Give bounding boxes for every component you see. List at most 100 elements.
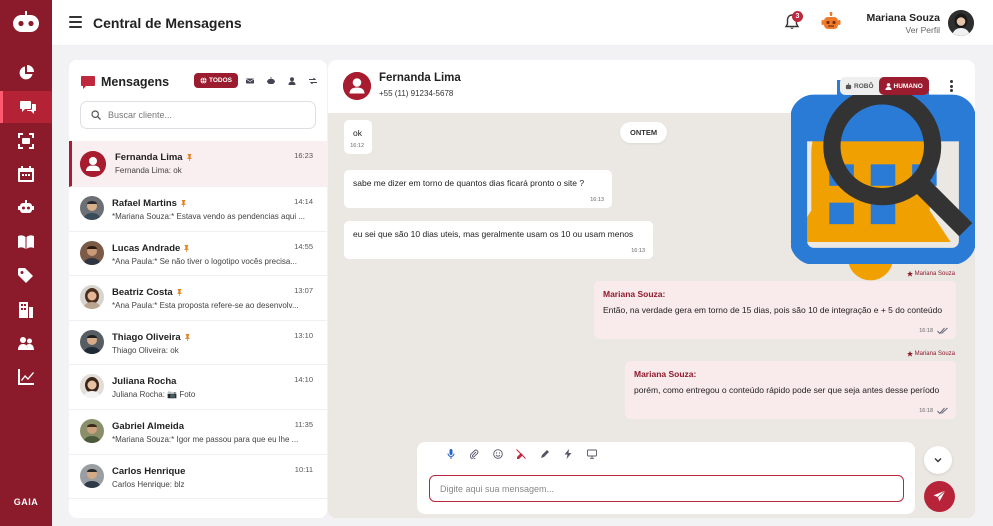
lightning-icon <box>564 449 572 459</box>
conversation-preview: Carlos Henrique: blz <box>112 479 185 489</box>
avatar <box>80 151 106 177</box>
nav-bots[interactable] <box>0 192 52 224</box>
message-text: eu sei que são 10 dias uteis, mas geralm… <box>353 229 634 239</box>
nav-messages[interactable] <box>0 91 52 123</box>
message-outgoing: Mariana Souza: Então, na verdade gera em… <box>594 281 956 339</box>
conversation-time: 14:10 <box>294 375 313 385</box>
conversation-item[interactable]: Juliana Rocha Juliana Rocha: 📷 Foto 14:1… <box>69 365 327 410</box>
conversation-item[interactable]: Gabriel Almeida *Mariana Souza:* Igor me… <box>69 410 327 455</box>
nav-tags[interactable] <box>0 260 52 292</box>
conversation-item[interactable]: Carlos Henrique Carlos Henrique: blz 10:… <box>69 455 327 500</box>
scan-icon <box>18 133 34 149</box>
filter-robot-button[interactable] <box>262 76 280 85</box>
pin-icon <box>184 333 190 341</box>
globe-icon <box>200 77 207 84</box>
voice-button[interactable] <box>439 449 463 459</box>
mode-robot-label: ROBÔ <box>854 82 874 90</box>
robot-assistant-icon[interactable] <box>821 12 841 32</box>
emoji-button[interactable] <box>486 449 510 459</box>
nav-dashboard[interactable] <box>0 57 52 89</box>
view-profile-link[interactable]: Ver Perfil <box>906 25 941 35</box>
conversation-preview: *Mariana Souza:* Igor me passou para que… <box>112 434 299 444</box>
conversation-preview: *Ana Paula:* Se não tiver o logotipo voc… <box>112 256 297 266</box>
attach-button[interactable] <box>463 449 487 459</box>
pie-chart-icon <box>19 65 34 80</box>
filter-all-label: TODOS <box>209 77 232 84</box>
message-author: Mariana Souza: <box>634 369 697 379</box>
conversation-item[interactable]: Fernanda Lima Fernanda Lima: ok 16:23 <box>69 141 327 187</box>
robot-logo-icon[interactable] <box>12 11 40 33</box>
conversation-preview: *Mariana Souza:* Estava vendo as pendenc… <box>112 212 306 221</box>
person-icon <box>80 151 106 177</box>
avatar <box>80 418 104 443</box>
users-icon <box>18 337 34 350</box>
message-incoming: sabe me dizer em torno de quantos dias f… <box>344 170 612 208</box>
conversation-name: Carlos Henrique <box>112 465 186 477</box>
filter-human-button[interactable] <box>283 76 301 85</box>
composer-toolbar <box>439 449 604 459</box>
conversation-time: 11:35 <box>294 419 313 429</box>
conversation-time: 14:14 <box>294 197 313 206</box>
signature-off-icon <box>516 449 527 459</box>
filter-transfer-button[interactable] <box>304 77 322 85</box>
message-text: porém, como entregou o conteúdo rápido p… <box>634 385 940 395</box>
signature-toggle-button[interactable] <box>510 449 534 459</box>
list-header: Mensagens <box>81 75 169 89</box>
nav-knowledge[interactable] <box>0 226 52 258</box>
message-time: 16:12 <box>350 143 364 149</box>
send-button[interactable] <box>924 481 955 512</box>
nav-calendar[interactable] <box>0 158 52 190</box>
message-area: ONTEM ok 16:12 sabe me dizer em torno de… <box>328 113 975 438</box>
nav-reports[interactable] <box>0 361 52 393</box>
conversation-preview: Juliana Rocha: 📷 Foto <box>112 390 196 400</box>
conversation-name: Rafael Martins <box>112 198 187 209</box>
pen-icon <box>540 450 549 458</box>
conversation-item[interactable]: Beatriz Costa *Ana Paula:* Esta proposta… <box>69 276 327 321</box>
message-input[interactable] <box>429 475 904 502</box>
message-outgoing: Mariana Souza: porém, como entregou o co… <box>625 361 956 419</box>
building-icon <box>19 302 33 318</box>
person-icon <box>343 72 371 100</box>
pin-icon <box>184 244 190 252</box>
scroll-down-button[interactable] <box>924 446 952 474</box>
message-time: 16:18 <box>919 328 933 334</box>
filter-all-button[interactable]: TODOS <box>194 73 238 88</box>
avatar <box>80 463 104 488</box>
filter-email-button[interactable] <box>241 77 259 85</box>
message-author: Mariana Souza: <box>603 289 666 299</box>
conversation-name: Lucas Andrade <box>112 243 190 254</box>
sender-tag-label: Mariana Souza <box>914 351 955 357</box>
conversation-item[interactable]: Lucas Andrade *Ana Paula:* Se não tiver … <box>69 232 327 277</box>
chat-bubbles-icon <box>19 101 36 114</box>
conversation-name: Thiago Oliveira <box>112 332 191 343</box>
screen-button[interactable] <box>580 449 604 459</box>
day-separator: ONTEM <box>620 122 668 143</box>
left-navigation: GAIA <box>0 0 52 526</box>
message-time: 16:13 <box>590 197 604 203</box>
message-text: Então, na verdade gera em torno de 15 di… <box>603 305 943 315</box>
quick-reply-button[interactable] <box>557 449 581 459</box>
conversation-time: 14:55 <box>294 241 313 251</box>
avatar-woman-icon <box>948 10 974 36</box>
conversation-item[interactable]: Thiago Oliveira Thiago Oliveira: ok 13:1… <box>69 321 327 366</box>
ai-pen-button[interactable] <box>533 449 557 459</box>
nav-scan[interactable] <box>0 125 52 157</box>
nav-companies[interactable] <box>0 294 52 326</box>
mode-human-button[interactable]: HUMANO <box>878 77 929 95</box>
nav-users[interactable] <box>0 328 52 360</box>
conversation-item[interactable]: Rafael Martins *Mariana Souza:* Estava v… <box>69 187 327 232</box>
conversation-name: Beatriz Costa <box>112 287 183 298</box>
robot-icon <box>845 82 852 89</box>
star-icon <box>906 271 913 277</box>
search-input[interactable] <box>108 110 308 120</box>
contact-avatar[interactable] <box>343 72 371 100</box>
menu-icon[interactable] <box>69 16 82 28</box>
conversation-time: 13:07 <box>294 286 313 296</box>
mode-robot-button[interactable]: ROBÔ <box>840 82 879 90</box>
send-icon <box>933 490 946 502</box>
book-icon <box>18 235 34 249</box>
conversation-name: Gabriel Almeida <box>112 420 184 432</box>
person-icon <box>288 76 296 85</box>
user-avatar[interactable] <box>948 10 974 36</box>
more-options-icon[interactable] <box>950 80 954 92</box>
